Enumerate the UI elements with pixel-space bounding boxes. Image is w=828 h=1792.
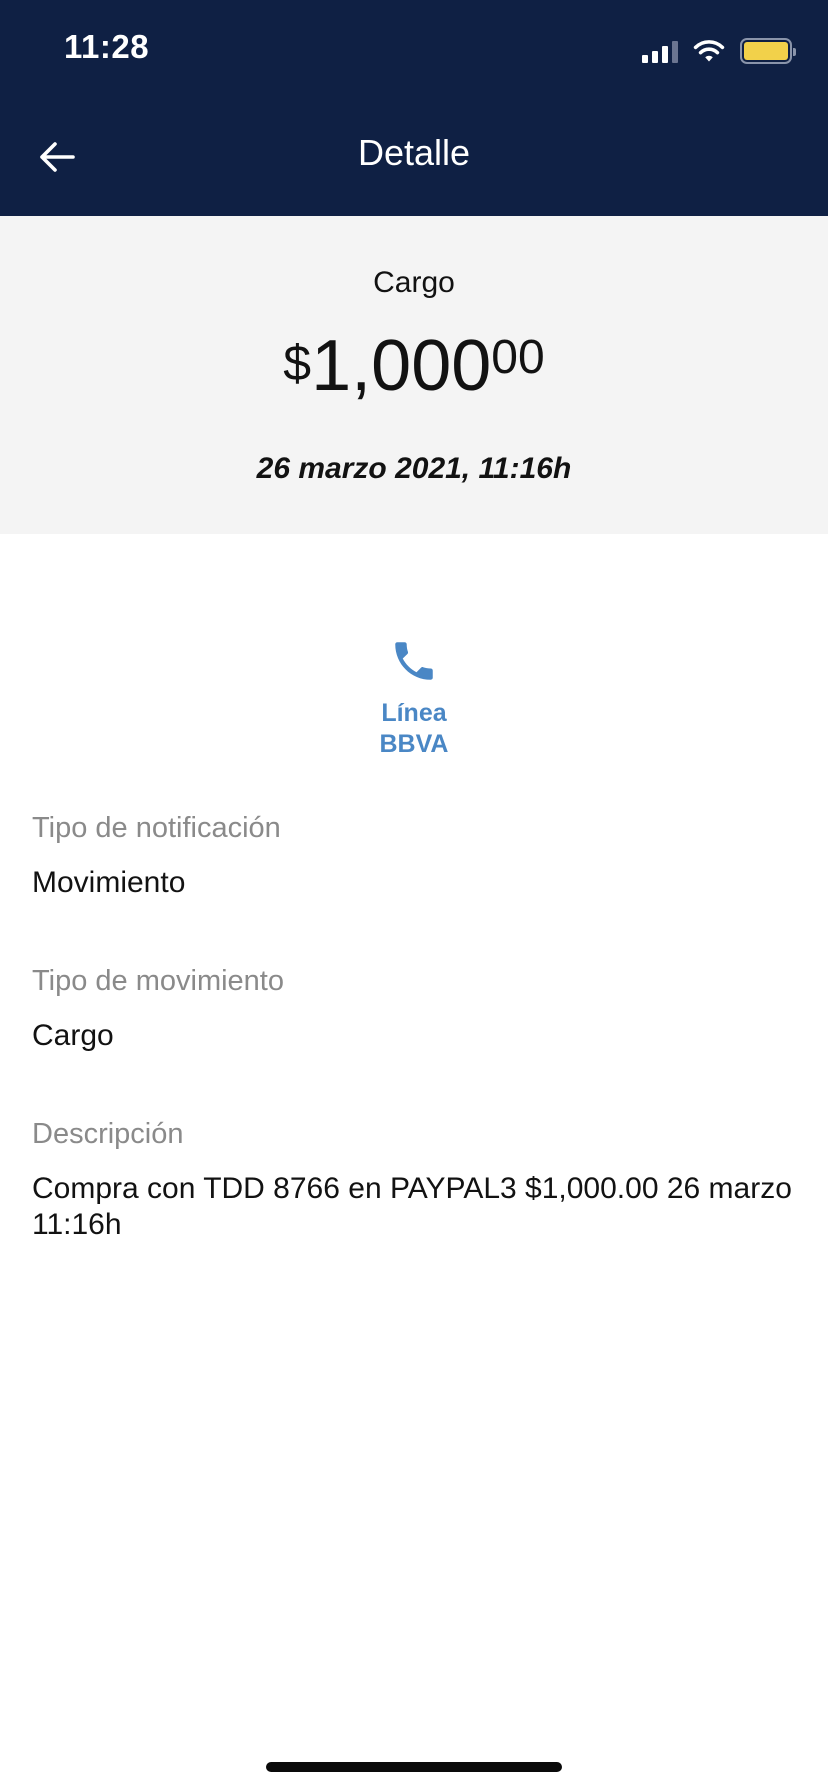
status-time: 11:28 [64, 28, 150, 65]
wifi-icon [693, 40, 725, 62]
battery-level [744, 42, 788, 60]
battery-icon [740, 38, 796, 64]
amount-whole: 1,000 [311, 326, 492, 406]
detail-movement-type: Tipo de movimiento Cargo [32, 965, 796, 1054]
phone-icon [395, 642, 433, 680]
detail-value: Compra con TDD 8766 en PAYPAL3 $1,000.00… [32, 1172, 792, 1241]
detail-label: Descripción [32, 1118, 184, 1150]
battery-tip [793, 48, 796, 56]
status-icons [642, 34, 796, 68]
linea-bbva-button[interactable]: Línea BBVA [314, 636, 514, 772]
movement-type: Cargo [373, 266, 455, 299]
detail-notification-type: Tipo de notificación Movimiento [32, 812, 796, 901]
transaction-date: 26 marzo 2021, 11:16h [256, 452, 572, 485]
amount-currency: $ [283, 335, 312, 391]
detail-description: Descripción Compra con TDD 8766 en PAYPA… [32, 1118, 796, 1243]
detail-value: Movimiento [32, 866, 186, 899]
page-title: Detalle [357, 132, 471, 173]
transaction-amount: $1,00000 [0, 330, 828, 402]
amount-cents: 00 [491, 331, 545, 384]
detail-label: Tipo de movimiento [32, 965, 284, 997]
cellular-signal-icon [642, 39, 678, 63]
app-header: 11:28 Detalle [0, 0, 828, 216]
detail-label: Tipo de notificación [32, 812, 281, 844]
detail-value: Cargo [32, 1019, 114, 1052]
contact-label-line2: BBVA [379, 730, 449, 758]
home-indicator[interactable] [266, 1762, 562, 1772]
contact-label: Línea BBVA [380, 698, 449, 760]
transaction-summary: Cargo $1,00000 26 marzo 2021, 11:16h [0, 216, 828, 534]
detail-screen: 11:28 Detalle Cargo $1,00000 26 marzo 20… [0, 0, 828, 1792]
contact-label-line1: Línea [381, 699, 447, 727]
